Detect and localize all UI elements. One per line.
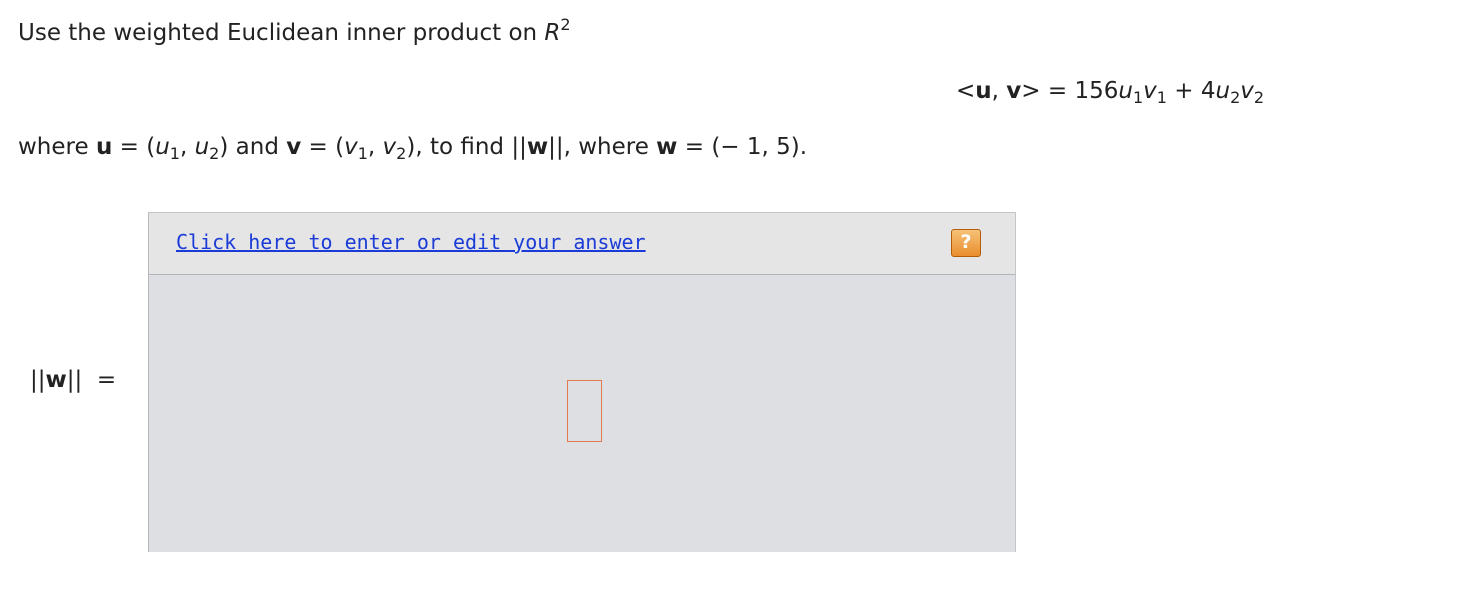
where-close-1: ) and [219, 134, 287, 160]
problem-where-line: where u = (u1, u2) and v = (v1, v2), to … [18, 134, 808, 163]
formula-u: u [975, 78, 992, 104]
formula-sub-1b: 1 [1156, 88, 1167, 107]
formula-u1: u [1118, 78, 1133, 104]
where-v-bold: v [286, 134, 302, 160]
formula-comma: , [991, 78, 1007, 104]
where-sub-1: 1 [169, 144, 180, 163]
where-u-bold: u [95, 134, 113, 160]
where-eq-2: = ( [301, 134, 345, 160]
norm-w-label: ||w|| = [30, 367, 116, 393]
inner-product-formula: <u, v> = 156u1v1 + 4u2v2 [956, 78, 1265, 107]
formula-v1: v [1143, 78, 1157, 104]
formula-coef2: 4 [1200, 78, 1216, 104]
answer-header: Click here to enter or edit your answer … [149, 213, 1015, 275]
space-exponent: 2 [560, 15, 571, 34]
where-sub-3: 1 [357, 144, 368, 163]
where-w-bold-2: w [656, 134, 678, 160]
formula-lhs-open: < [956, 78, 976, 104]
norm-close: || [66, 367, 83, 393]
where-u2: u [194, 134, 210, 160]
answer-input-box[interactable] [567, 380, 602, 442]
where-sub-4: 2 [396, 144, 407, 163]
where-close-3: ||, where [548, 134, 657, 160]
where-eq-3: = (− 1, 5). [677, 134, 808, 160]
where-close-2: ), to find || [406, 134, 527, 160]
help-icon[interactable]: ? [951, 229, 981, 257]
answer-panel: Click here to enter or edit your answer … [148, 212, 1016, 552]
formula-v: v [1006, 78, 1022, 104]
formula-sub-2a: 2 [1230, 88, 1241, 107]
formula-coef1: 156 [1074, 78, 1119, 104]
norm-w: w [45, 367, 67, 393]
problem-intro: Use the weighted Euclidean inner product… [18, 17, 571, 47]
formula-plus: + [1166, 78, 1201, 104]
where-comma-2: , [367, 134, 383, 160]
norm-open: || [30, 367, 46, 393]
where-w-bold-1: w [526, 134, 549, 160]
where-v2: v [382, 134, 397, 160]
formula-u2: u [1215, 78, 1231, 104]
where-v1: v [344, 134, 358, 160]
intro-text: Use the weighted Euclidean inner product… [18, 20, 545, 46]
formula-lhs-close: > [1021, 78, 1041, 104]
where-eq-1: = ( [112, 134, 156, 160]
where-u1: u [155, 134, 170, 160]
formula-equals: = [1040, 78, 1075, 104]
formula-v2: v [1240, 78, 1254, 104]
formula-sub-1a: 1 [1132, 88, 1144, 107]
where-comma-1: , [179, 134, 195, 160]
edit-answer-link[interactable]: Click here to enter or edit your answer [176, 230, 646, 254]
where-text-1: where [18, 134, 96, 160]
norm-equals: = [82, 367, 117, 393]
space-symbol: R [544, 20, 561, 46]
formula-sub-2b: 2 [1253, 88, 1265, 107]
where-sub-2: 2 [209, 144, 220, 163]
